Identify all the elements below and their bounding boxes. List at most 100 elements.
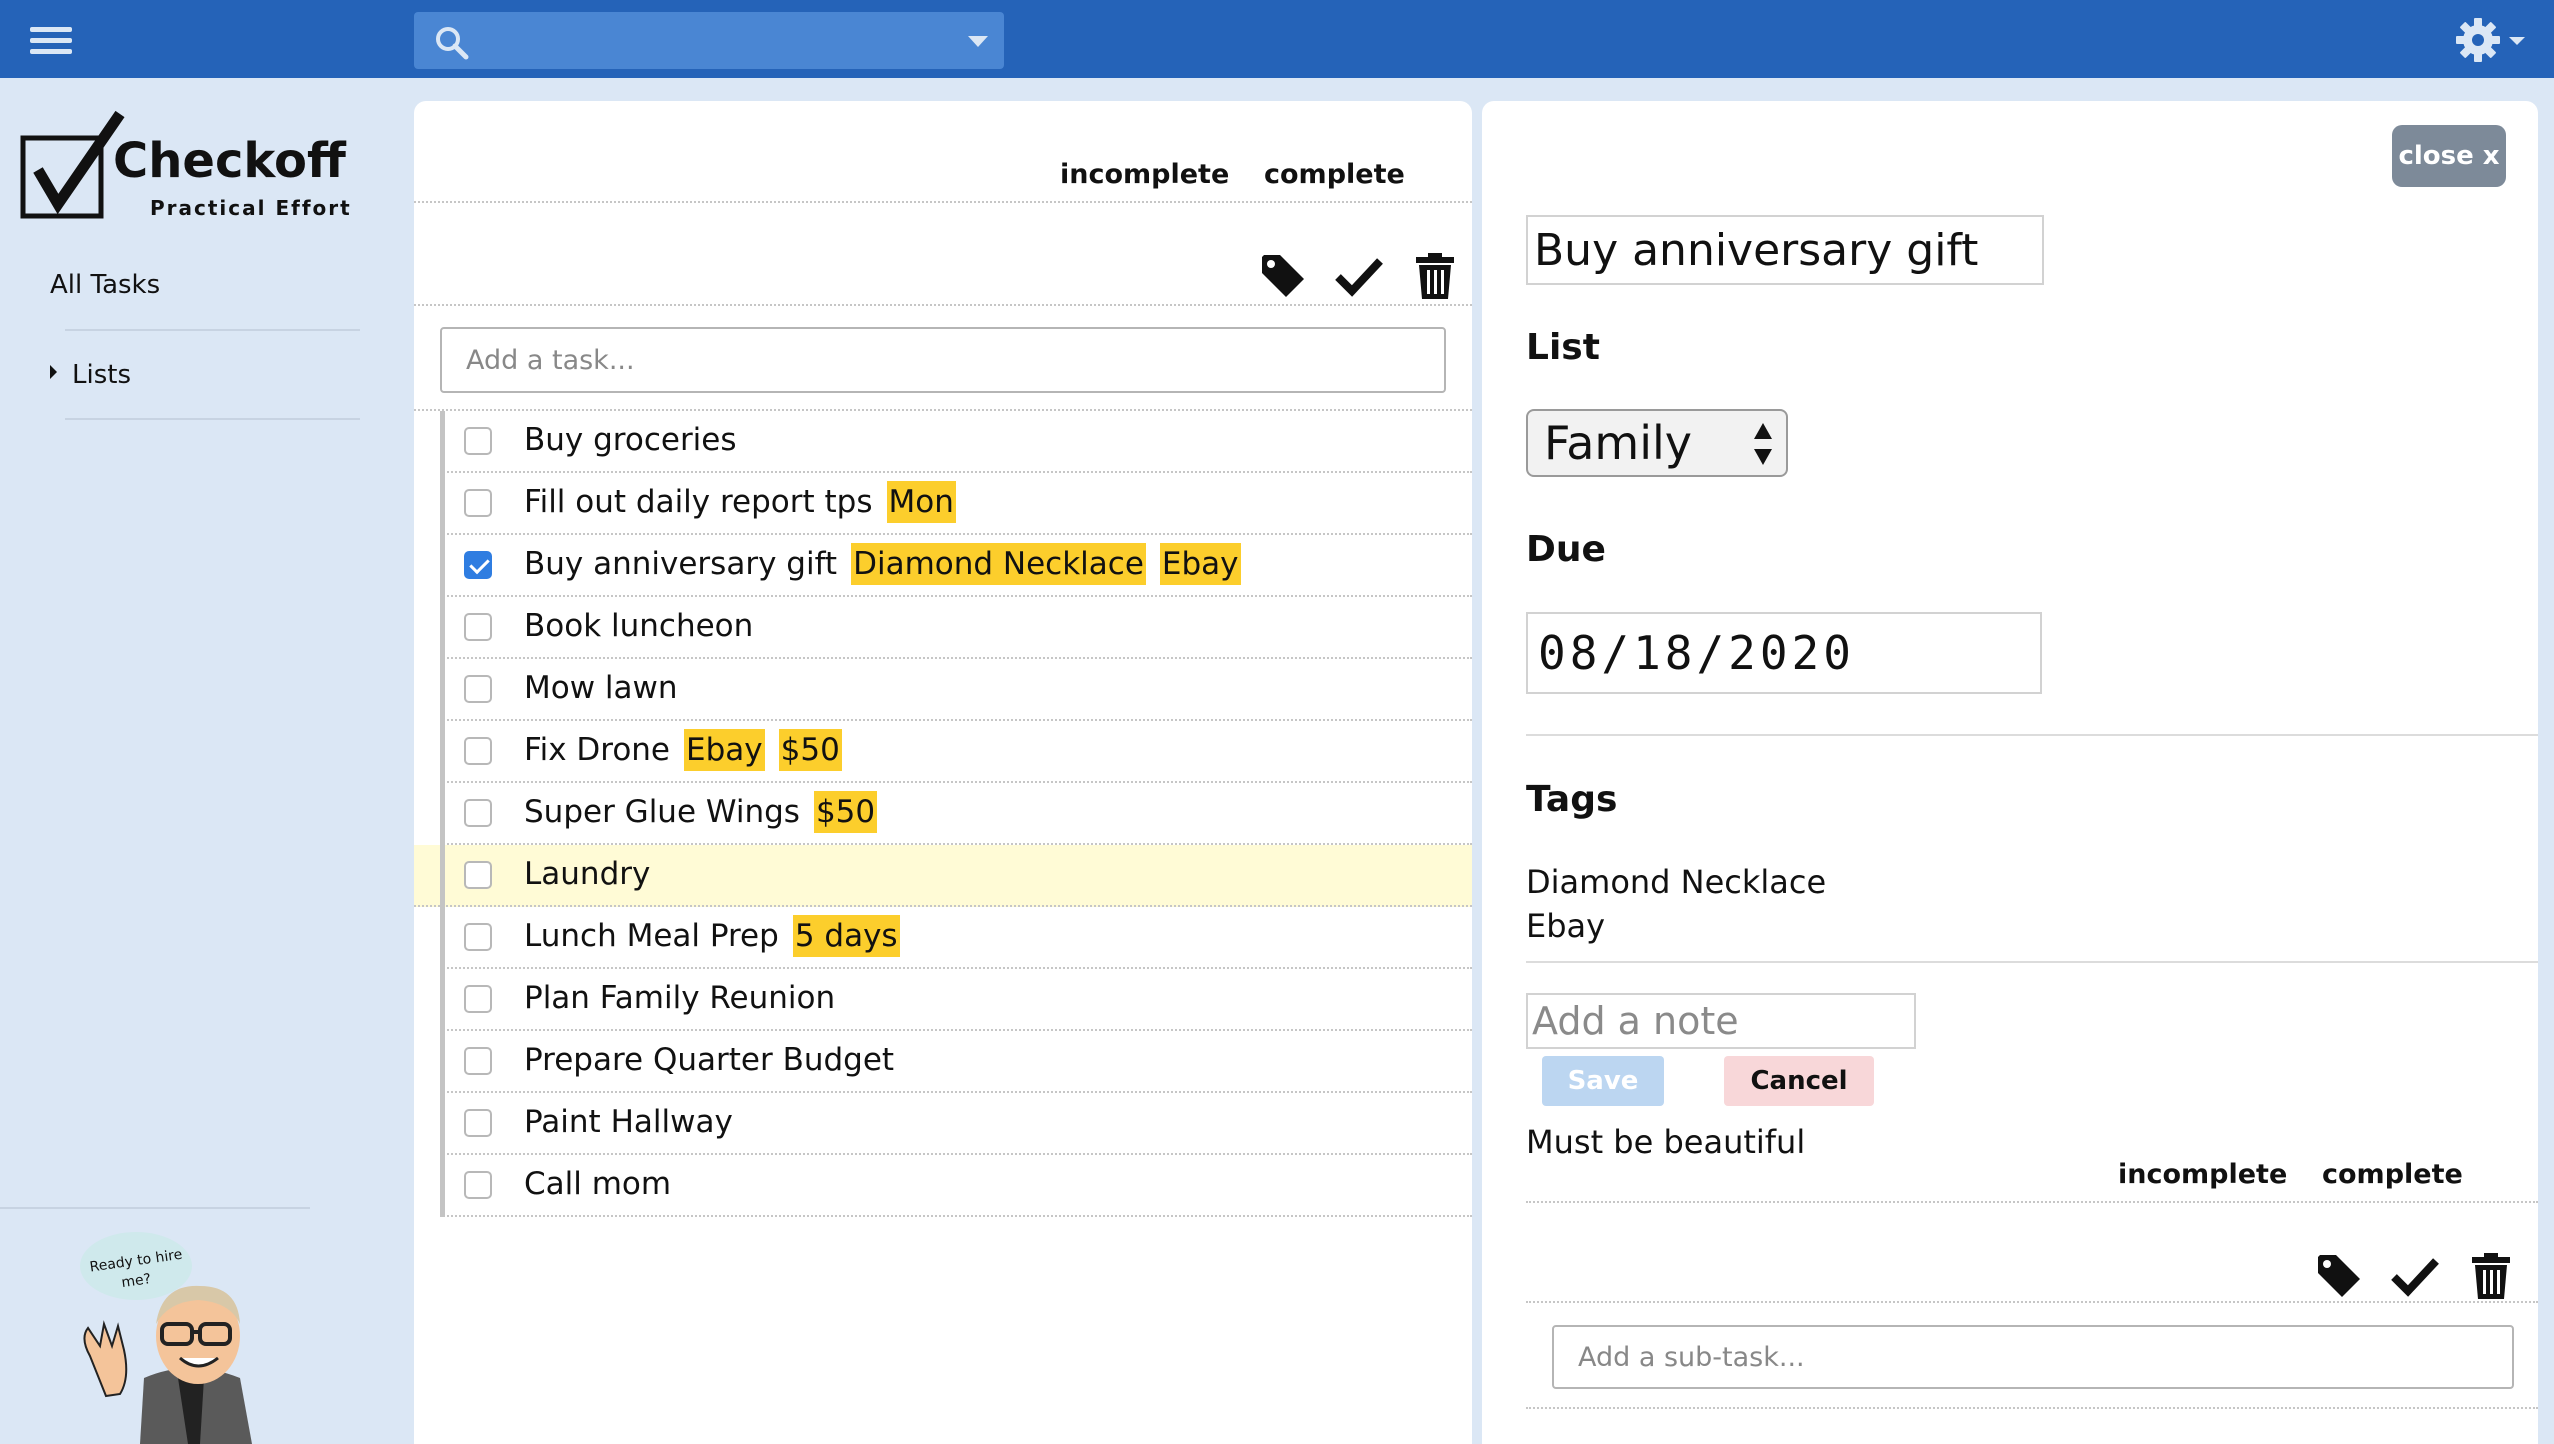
task-row[interactable]: Buy groceries	[440, 411, 1472, 473]
task-row[interactable]: Lunch Meal Prep 5 days	[440, 907, 1472, 969]
divider	[1526, 1201, 2538, 1203]
task-tag[interactable]: 5 days	[792, 915, 900, 957]
gear-icon[interactable]	[2454, 16, 2502, 64]
add-task-input[interactable]	[440, 327, 1446, 393]
task-title: Super Glue Wings	[524, 794, 800, 830]
task-row[interactable]: Mow lawn	[440, 659, 1472, 721]
due-date-field[interactable]: 08/18/2020	[1526, 612, 2042, 694]
filter-complete[interactable]: complete	[1264, 159, 1405, 190]
task-label[interactable]: Book luncheon	[524, 608, 753, 644]
dropdown-caret-icon[interactable]	[968, 36, 988, 47]
row-accent-bar	[440, 907, 445, 969]
task-list-panel: incomplete complete Buy groceries Fill ou…	[414, 101, 1472, 1444]
task-row[interactable]: Laundry	[414, 845, 1472, 907]
sidebar-divider	[0, 1207, 310, 1209]
task-tag[interactable]: Ebay	[1159, 543, 1241, 585]
trash-icon[interactable]	[2466, 1251, 2516, 1301]
menu-icon[interactable]	[30, 27, 72, 54]
row-accent-bar	[440, 535, 445, 597]
task-label[interactable]: Mow lawn	[524, 670, 678, 706]
list-select[interactable]: Family	[1526, 409, 1788, 477]
task-row[interactable]: Plan Family Reunion	[440, 969, 1472, 1031]
close-button[interactable]: close x	[2392, 125, 2506, 187]
tag-item: Ebay	[1526, 907, 1606, 945]
task-checkbox[interactable]	[464, 1171, 492, 1199]
trash-icon[interactable]	[1410, 251, 1460, 301]
task-checkbox[interactable]	[464, 799, 492, 827]
task-title: Paint Hallway	[524, 1104, 733, 1140]
sidebar-item-all-tasks[interactable]: All Tasks	[50, 270, 160, 300]
row-accent-bar	[440, 411, 445, 473]
list-label: List	[1526, 327, 1600, 368]
sidebar: Checkoff Practical Effort All Tasks List…	[0, 78, 400, 1444]
task-checkbox[interactable]	[464, 613, 492, 641]
row-accent-bar	[440, 473, 445, 535]
task-checkbox[interactable]	[464, 427, 492, 455]
task-checkbox[interactable]	[464, 675, 492, 703]
task-row[interactable]: Buy anniversary gift Diamond Necklace Ebay	[440, 535, 1472, 597]
task-label[interactable]: Fill out daily report tps Mon	[524, 481, 956, 523]
task-title: Laundry	[524, 856, 651, 892]
row-accent-bar	[440, 721, 445, 783]
settings-caret-icon[interactable]	[2509, 37, 2525, 45]
sidebar-divider	[65, 418, 360, 420]
filter-incomplete[interactable]: incomplete	[1060, 159, 1229, 190]
tag-icon[interactable]	[2314, 1251, 2364, 1301]
subtask-filter-incomplete[interactable]: incomplete	[2118, 1159, 2287, 1190]
task-tag[interactable]: Diamond Necklace	[851, 543, 1146, 585]
task-tag[interactable]: $50	[778, 729, 842, 771]
row-accent-bar	[440, 845, 445, 907]
task-title: Buy anniversary gift	[524, 546, 838, 582]
save-button[interactable]: Save	[1542, 1056, 1664, 1106]
task-row[interactable]: Call mom	[440, 1155, 1472, 1217]
avatar[interactable]: Ready to hire me?	[70, 1228, 290, 1444]
task-label[interactable]: Prepare Quarter Budget	[524, 1042, 894, 1078]
task-label[interactable]: Paint Hallway	[524, 1104, 733, 1140]
task-row[interactable]: Book luncheon	[440, 597, 1472, 659]
task-label[interactable]: Laundry	[524, 856, 650, 892]
brand-tagline: Practical Effort	[150, 196, 352, 220]
task-checkbox[interactable]	[464, 1109, 492, 1137]
task-row[interactable]: Paint Hallway	[440, 1093, 1472, 1155]
due-label: Due	[1526, 529, 1606, 570]
task-checkbox[interactable]	[464, 737, 492, 765]
task-tag[interactable]: Ebay	[684, 729, 765, 771]
task-tag[interactable]: $50	[813, 791, 878, 833]
list-select-value: Family	[1544, 416, 1693, 470]
task-checkbox[interactable]	[464, 489, 492, 517]
subtask-filter-complete[interactable]: complete	[2322, 1159, 2463, 1190]
task-label[interactable]: Lunch Meal Prep 5 days	[524, 915, 900, 957]
expand-triangle-icon[interactable]	[50, 365, 57, 379]
row-accent-bar	[440, 1031, 445, 1093]
add-subtask-input[interactable]	[1552, 1325, 2514, 1389]
row-accent-bar	[440, 597, 445, 659]
task-label[interactable]: Fix Drone Ebay $50	[524, 729, 842, 771]
task-row[interactable]: Super Glue Wings $50	[440, 783, 1472, 845]
checkmark-icon[interactable]	[1334, 251, 1384, 301]
task-title-field[interactable]	[1526, 215, 2044, 285]
cancel-button[interactable]: Cancel	[1724, 1056, 1874, 1106]
task-checkbox[interactable]	[464, 861, 492, 889]
row-accent-bar	[440, 783, 445, 845]
task-row[interactable]: Prepare Quarter Budget	[440, 1031, 1472, 1093]
task-checkbox[interactable]	[464, 985, 492, 1013]
task-label[interactable]: Plan Family Reunion	[524, 980, 835, 1016]
task-label[interactable]: Buy groceries	[524, 422, 737, 458]
task-row[interactable]: Fix Drone Ebay $50	[440, 721, 1472, 783]
add-note-input[interactable]	[1526, 993, 1916, 1049]
task-label[interactable]: Call mom	[524, 1166, 671, 1202]
search-input[interactable]	[414, 12, 1004, 69]
task-tag[interactable]: Mon	[886, 481, 956, 523]
select-arrows-icon	[1754, 423, 1772, 465]
task-checkbox[interactable]	[464, 1047, 492, 1075]
task-checkbox[interactable]	[464, 551, 492, 579]
task-row[interactable]: Fill out daily report tps Mon	[440, 473, 1472, 535]
task-checkbox[interactable]	[464, 923, 492, 951]
task-title: Mow lawn	[524, 670, 678, 706]
brand-logo: Checkoff Practical Effort	[20, 108, 360, 228]
task-label[interactable]: Super Glue Wings $50	[524, 791, 878, 833]
task-label[interactable]: Buy anniversary gift Diamond Necklace Ebay	[524, 543, 1241, 585]
sidebar-item-lists[interactable]: Lists	[72, 360, 131, 390]
checkmark-icon[interactable]	[2390, 1251, 2440, 1301]
tag-icon[interactable]	[1258, 251, 1308, 301]
